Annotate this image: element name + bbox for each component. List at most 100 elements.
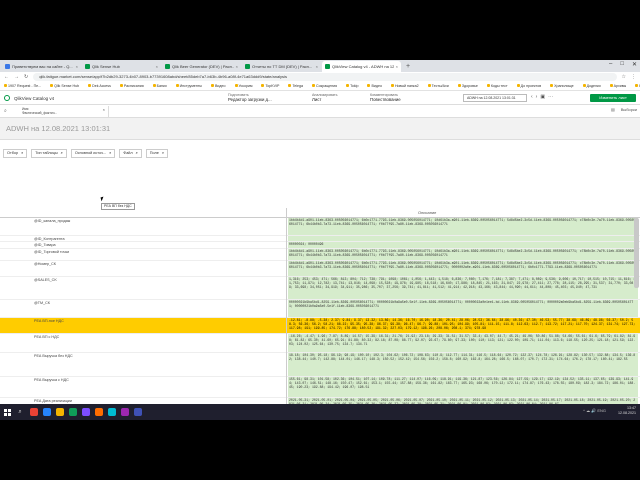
- bookmark-item[interactable]: Базы клиенты: [635, 84, 640, 88]
- bookmark-item[interactable]: Коды тест: [487, 84, 508, 88]
- scrollbar[interactable]: [634, 218, 639, 288]
- bookmark-item[interactable]: Сокращения: [312, 84, 337, 88]
- search-icon[interactable]: ⌕: [21, 150, 23, 157]
- search-icon[interactable]: ⌕: [162, 150, 164, 157]
- star-icon[interactable]: ☆: [622, 74, 626, 80]
- filter-pane[interactable]: Файл ⌕: [119, 149, 142, 158]
- bookmark-item[interactable]: Telega: [288, 84, 303, 88]
- favicon-icon: [5, 64, 10, 69]
- close-tab-icon[interactable]: ×: [396, 64, 398, 69]
- selections-panel-icon[interactable]: ▤: [611, 107, 615, 112]
- url-field[interactable]: qlik.fatigue.market.com/sense/app/f7b2db…: [33, 73, 617, 81]
- column-divider[interactable]: [286, 208, 287, 420]
- bookmark-item[interactable]: Доделки: [583, 84, 601, 88]
- next-sheet-icon[interactable]: ›: [536, 94, 538, 100]
- tab-label: QlikView Catalog v4 - ADWH на 12...: [332, 64, 394, 69]
- sheet-selector[interactable]: ADWH на 12.08.2021 13:01:31: [463, 94, 527, 102]
- analyze-menu[interactable]: Анализировать Лист: [312, 93, 337, 102]
- close-tab-icon[interactable]: ×: [316, 64, 318, 69]
- bookmark-item[interactable]: Архивы: [610, 84, 627, 88]
- tab-4[interactable]: QlikView Catalog v4 - ADWH на 12... ×: [322, 61, 401, 72]
- taskbar-app-icon[interactable]: [134, 408, 142, 416]
- selections-tool-icon[interactable]: ⌕: [4, 108, 7, 114]
- taskbar-app-icon[interactable]: [69, 408, 77, 416]
- start-button[interactable]: [0, 404, 14, 420]
- tab-3[interactable]: Отчеты по ТТ DM (DEV) | Расп... ×: [242, 61, 321, 72]
- bookmark-item[interactable]: TopKVIP: [261, 84, 279, 88]
- field-name: РЕА Дата реализации: [34, 398, 72, 403]
- bookmark-item[interactable]: Здоровье: [458, 84, 478, 88]
- bookmark-item[interactable]: Qlik Sense Hub: [50, 84, 79, 88]
- filter-pane[interactable]: Отбор ⌕: [3, 149, 28, 158]
- table-row[interactable]: @ID_канала_продаж 1bb4b4d1-a901-11eb-8363…: [0, 218, 640, 237]
- bookmark-item[interactable]: Dek Access: [88, 84, 111, 88]
- bookmark-item[interactable]: Ускорим: [235, 84, 253, 88]
- bookmark-item[interactable]: Тесты/Ахи: [428, 84, 449, 88]
- field-values: 00000024; 00000496: [288, 242, 638, 248]
- tray-icons[interactable]: ^ ☁ 🔊 ENG: [583, 408, 606, 413]
- close-tab-icon[interactable]: ×: [76, 64, 78, 69]
- bookmark-item[interactable]: Новый папка2: [391, 84, 419, 88]
- bookmark-item[interactable]: Видео: [367, 84, 382, 88]
- table-row[interactable]: @ТМ_СК 00000021b9ba5bd1-8259-11eb-8369-00…: [0, 299, 640, 318]
- table-row[interactable]: РЕА ВП с НДС -16.26; -4.47; 1.96; 7.87; 8…: [0, 334, 640, 353]
- bookmark-item[interactable]: Хранилище: [550, 84, 573, 88]
- extensions-icon[interactable]: ⋮: [631, 74, 636, 80]
- field-values: -12.81; -8.88; -5.38; 2.37; 9.84; 9.37; …: [288, 317, 638, 334]
- tab-0[interactable]: Приветствуем вас на сайте - Q... ×: [2, 61, 81, 72]
- table-row[interactable]: @SALES_CK 1,316; 253; 453; 471; 566; 813;…: [0, 277, 640, 300]
- taskbar-app-icon[interactable]: [82, 408, 90, 416]
- table-row[interactable]: РЕА Выручка без НДС 18.18; 104.30; 95.18;…: [0, 352, 640, 378]
- more-icon[interactable]: ⋯: [548, 94, 553, 100]
- bookmark-item[interactable]: Банки: [153, 84, 167, 88]
- prev-sheet-icon[interactable]: ‹: [531, 94, 533, 100]
- new-tab-button[interactable]: +: [402, 61, 414, 72]
- close-tab-icon[interactable]: ×: [236, 64, 238, 69]
- taskbar-app-icon[interactable]: [121, 408, 129, 416]
- selections-label[interactable]: Выборки: [621, 107, 637, 112]
- bookmark-item[interactable]: Tokip: [346, 84, 358, 88]
- filter-pane[interactable]: Основной источ... ⌕: [70, 149, 116, 158]
- taskbar-app-icon[interactable]: [108, 408, 116, 416]
- edit-sheet-button[interactable]: Изменить лист: [590, 94, 636, 102]
- narrate-menu[interactable]: Комментировать Повествование: [370, 93, 401, 102]
- table-row[interactable]: @ID_Торговой точки 1bb4b4d1-a901-11eb-836…: [0, 248, 640, 261]
- selection-chip[interactable]: Имя Фактический_фактич... ×: [19, 106, 109, 117]
- taskbar-app-icon[interactable]: [43, 408, 51, 416]
- bookmark-item[interactable]: Расписания: [120, 84, 144, 88]
- maximize-button[interactable]: □: [620, 61, 624, 68]
- close-tab-icon[interactable]: ×: [156, 64, 158, 69]
- favicon-icon: [165, 64, 170, 69]
- field-values: 1bb4b4d1-a901-11eb-8363-005056014771; 6b…: [288, 260, 638, 277]
- minimize-button[interactable]: –: [609, 61, 612, 68]
- bookmark-item[interactable]: Инструменты: [176, 84, 202, 88]
- search-icon[interactable]: ⌕: [61, 150, 63, 157]
- prepare-menu[interactable]: Подготовить Редактор загрузки д...: [228, 93, 272, 102]
- taskbar-app-icon[interactable]: [95, 408, 103, 416]
- value-column-header[interactable]: Описание: [418, 210, 436, 215]
- clock[interactable]: 13:47 12.08.2021: [618, 406, 636, 416]
- tab-2[interactable]: Qlik Beer Generator (DEV) | Расп... ×: [162, 61, 241, 72]
- favicon-icon: [245, 64, 250, 69]
- search-icon[interactable]: ⌕: [109, 150, 111, 157]
- search-icon[interactable]: ⌕: [136, 150, 138, 157]
- close-window-button[interactable]: ✕: [632, 61, 637, 68]
- table-row[interactable]: @Номер_СК 1bb4b4d1-a901-11eb-8363-0050560…: [0, 260, 640, 278]
- bookmark-item[interactable]: Видео: [211, 84, 226, 88]
- tab-1[interactable]: Qlik Sense Hub ×: [82, 61, 161, 72]
- bookmark-icon[interactable]: ▣: [540, 94, 545, 100]
- bookmark-item[interactable]: До проектов: [517, 84, 542, 88]
- filter-pane[interactable]: Поле ⌕: [145, 149, 169, 158]
- filter-label: Файл: [123, 151, 133, 155]
- search-icon[interactable]: ⌕: [14, 409, 26, 416]
- clear-selection-icon[interactable]: ×: [103, 107, 105, 112]
- reload-icon[interactable]: ↻: [24, 74, 28, 80]
- table-row[interactable]: РЕА Выручка с НДС 155.61; 98.31; 101.58; …: [0, 377, 640, 398]
- taskbar-app-icon[interactable]: [56, 408, 64, 416]
- table-row[interactable]: РЕА ВП-ное НДС -12.81; -8.88; -5.38; 2.37…: [0, 317, 640, 335]
- bookmark-item[interactable]: 1907 Request - Пе...: [4, 84, 41, 88]
- taskbar-app-icon[interactable]: [30, 408, 38, 416]
- back-icon[interactable]: ←: [4, 74, 9, 80]
- forward-icon[interactable]: →: [14, 74, 19, 80]
- filter-pane[interactable]: Тип таблицы ⌕: [31, 149, 67, 158]
